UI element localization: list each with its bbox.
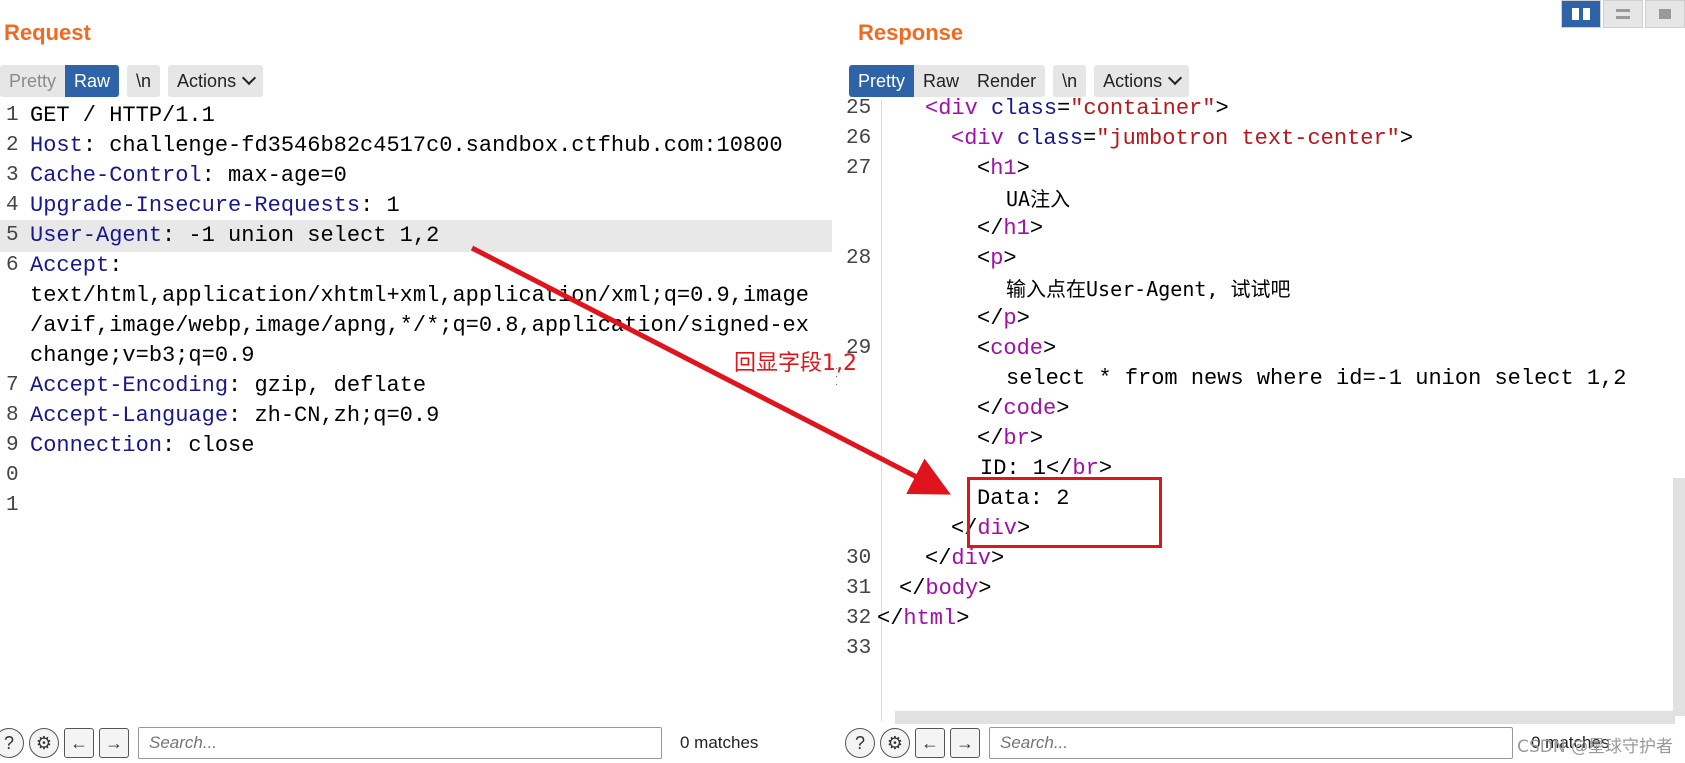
watermark: CSDN @星球守护者 bbox=[1517, 737, 1673, 757]
annotation-label: 回显字段1,2 bbox=[734, 351, 857, 376]
annotation-arrow bbox=[470, 245, 951, 495]
